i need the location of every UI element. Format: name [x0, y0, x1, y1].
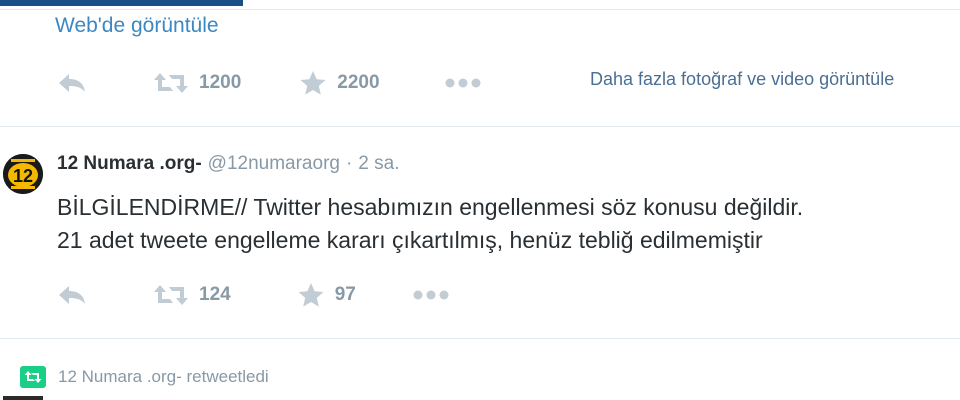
reply-icon — [57, 284, 87, 306]
more-button-2[interactable] — [412, 289, 450, 301]
retweet-context-text[interactable]: 12 Numara .org- retweetledi — [58, 367, 269, 387]
tweet-timestamp[interactable]: 2 sa. — [358, 153, 399, 174]
active-tab-indicator — [0, 0, 243, 6]
retweet-count-2: 124 — [199, 284, 231, 305]
retweet-context: 12 Numara .org- retweetledi — [20, 366, 269, 388]
timeline: Web'de görüntüle 1200 2200 Daha fazla fo… — [0, 0, 960, 400]
tweet-text-line-1: BİLGİLENDİRME// Twitter hesabımızın enge… — [57, 194, 804, 220]
tweet-text-line-2: 21 adet tweete engelleme kararı çıkartıl… — [57, 227, 763, 253]
tweet-actions-1: 1200 2200 — [57, 68, 482, 98]
favorite-button-1[interactable]: 2200 — [299, 70, 380, 96]
more-dots-icon — [444, 77, 482, 89]
tweet-header: 12 Numara .org- @12numaraorg · 2 sa. — [57, 153, 400, 175]
reply-icon — [57, 72, 87, 94]
avatar-logo-text: 12 — [13, 166, 33, 186]
retweet-icon — [153, 71, 189, 95]
retweet-button-2[interactable]: 124 — [153, 283, 231, 307]
retweet-icon — [153, 283, 189, 307]
view-on-web-link[interactable]: Web'de görüntüle — [55, 14, 219, 38]
star-icon — [297, 282, 325, 308]
user-handle[interactable]: @12numaraorg — [208, 153, 340, 174]
tweet-divider-2 — [0, 338, 960, 339]
retweet-count-1: 1200 — [199, 72, 242, 93]
header-separator: · — [345, 153, 353, 174]
tweet-actions-2: 124 97 — [57, 280, 450, 310]
user-fullname[interactable]: 12 Numara .org- — [57, 153, 202, 174]
favorite-button-2[interactable]: 97 — [297, 282, 356, 308]
tweet-divider-1 — [0, 126, 960, 127]
star-icon — [299, 70, 327, 96]
next-tweet-avatar[interactable] — [3, 396, 43, 400]
more-dots-icon — [412, 289, 450, 301]
more-button-1[interactable] — [444, 77, 482, 89]
tweet-text: BİLGİLENDİRME// Twitter hesabımızın enge… — [57, 191, 803, 257]
avatar[interactable]: 12 — [3, 154, 43, 194]
favorite-count-1: 2200 — [337, 72, 380, 93]
retweet-badge-icon — [20, 366, 46, 388]
more-media-link[interactable]: Daha fazla fotoğraf ve video görüntüle — [590, 69, 894, 90]
reply-button-2[interactable] — [57, 284, 97, 306]
reply-button-1[interactable] — [57, 72, 97, 94]
retweet-button-1[interactable]: 1200 — [153, 71, 241, 95]
favorite-count-2: 97 — [334, 284, 356, 305]
top-tab-strip — [0, 0, 960, 10]
